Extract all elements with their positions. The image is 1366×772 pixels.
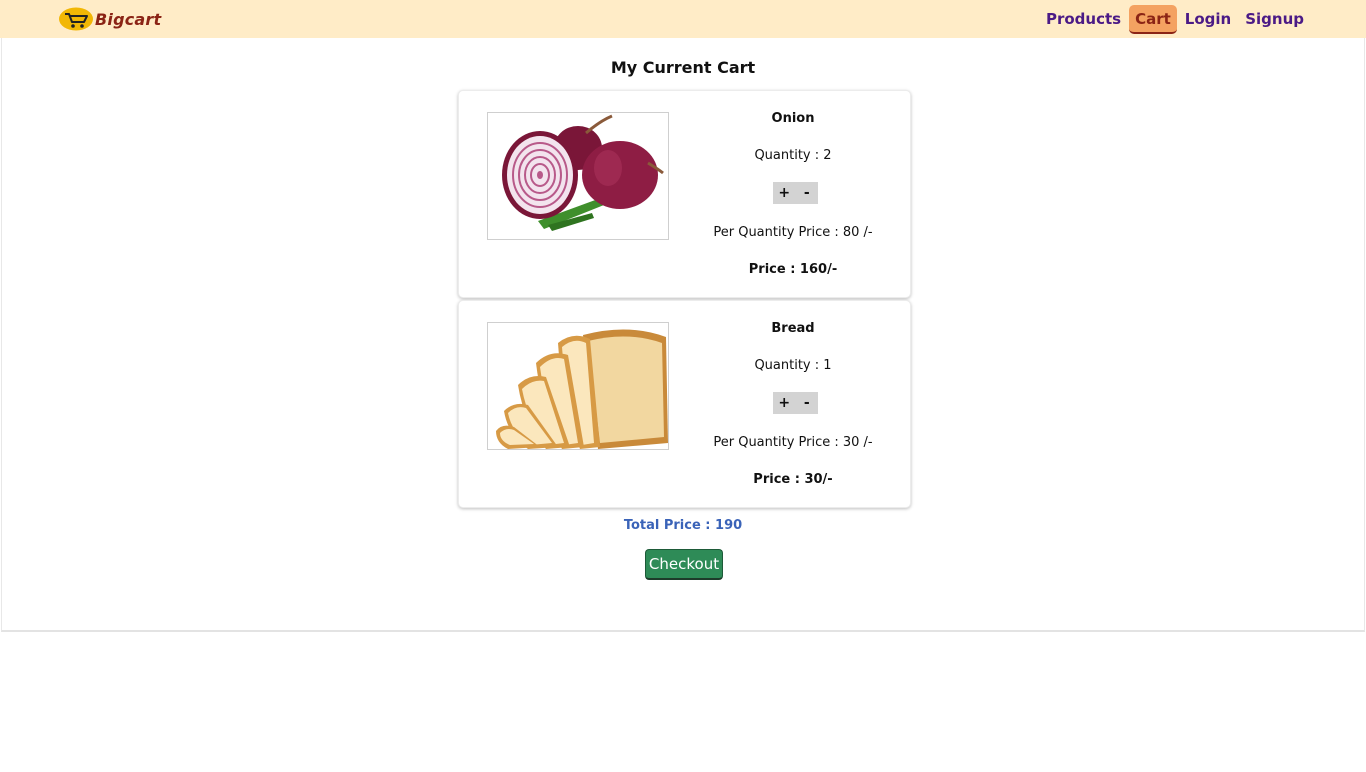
nav-products[interactable]: Products <box>1040 5 1127 34</box>
increase-button[interactable]: + <box>774 183 794 203</box>
cart-logo-icon <box>59 7 93 31</box>
item-unit-price: Per Quantity Price : 80 /- <box>713 225 873 240</box>
item-quantity: Quantity : 2 <box>754 148 832 163</box>
item-unit-price: Per Quantity Price : 30 /- <box>713 435 873 450</box>
cart-item-card: Onion Quantity : 2 + - Per Quantity Pric… <box>458 90 911 298</box>
quantity-stepper: + - <box>773 182 818 204</box>
item-price: Price : 30/- <box>753 472 833 487</box>
checkout-button[interactable]: Checkout <box>645 549 723 580</box>
nav-login[interactable]: Login <box>1179 5 1237 34</box>
quantity-stepper: + - <box>773 392 818 414</box>
cart-item-card: Bread Quantity : 1 + - Per Quantity Pric… <box>458 300 911 508</box>
item-quantity: Quantity : 1 <box>754 358 832 373</box>
nav-links: Products Cart Login Signup <box>1038 5 1310 34</box>
product-image-onion <box>487 112 669 240</box>
cart-container: My Current Cart Onion Quantity: 2 + - P… <box>1 38 1365 632</box>
brand-logo[interactable]: Bigcart <box>59 7 161 31</box>
item-name: Bread <box>771 321 815 336</box>
product-image-bread <box>487 322 669 450</box>
item-name: Onion <box>771 111 815 126</box>
nav-cart[interactable]: Cart <box>1129 5 1177 34</box>
increase-button[interactable]: + <box>774 393 794 413</box>
brand-name: Bigcart <box>95 9 162 29</box>
page-title: My Current Cart <box>610 58 756 77</box>
decrease-button[interactable]: - <box>797 393 817 413</box>
nav-signup[interactable]: Signup <box>1239 5 1310 34</box>
top-navbar: Bigcart Products Cart Login Signup <box>0 0 1366 38</box>
item-price: Price : 160/- <box>748 262 838 277</box>
decrease-button[interactable]: - <box>797 183 817 203</box>
total-price: Total Price : 190 <box>623 518 743 533</box>
